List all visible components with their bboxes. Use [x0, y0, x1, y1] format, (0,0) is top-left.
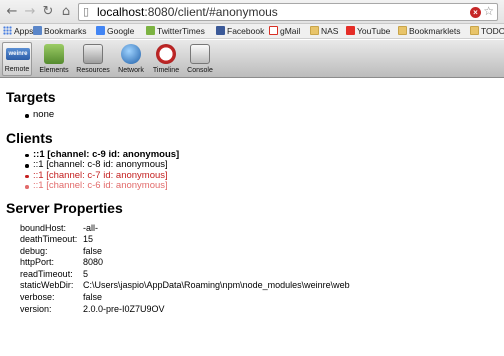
bookmark-gmail[interactable]: gMail: [269, 25, 300, 38]
targets-list: none: [25, 109, 496, 121]
resources-button[interactable]: Resources: [74, 42, 112, 76]
extension-block-icon[interactable]: ×: [470, 7, 481, 18]
google-icon: [96, 26, 105, 35]
network-globe-icon: [121, 44, 141, 64]
server-properties-heading: Server Properties: [6, 199, 123, 216]
youtube-icon: [346, 26, 355, 35]
address-bar[interactable]: ▯ localhost:8080/client/#anonymous × ☆: [78, 3, 498, 21]
bookmark-todo[interactable]: TODO: [470, 25, 504, 38]
console-button[interactable]: Console: [184, 42, 216, 76]
network-button[interactable]: Network: [115, 42, 147, 76]
targets-heading: Targets: [6, 89, 56, 105]
url-host: localhost: [97, 5, 145, 19]
remote-button[interactable]: weinre Remote: [2, 42, 32, 76]
prop-row-readtimeout: readTimeout: 5: [20, 268, 89, 279]
reload-icon[interactable]: ↻: [40, 4, 56, 20]
timeline-label: Timeline: [152, 67, 180, 74]
bookmark-facebook[interactable]: Facebook: [216, 25, 264, 38]
prop-row-version: version: 2.0.0-pre-I0Z7U9OV: [20, 303, 165, 314]
star-icon[interactable]: ☆: [483, 4, 494, 18]
target-item: none: [25, 109, 496, 121]
bookmarks-bar: Apps Bookmarks Google TwitterTimes Faceb…: [0, 24, 504, 39]
weinre-toolbar: weinre Remote Elements Resources Network…: [0, 40, 504, 78]
bookmark-youtube[interactable]: YouTube: [346, 25, 390, 38]
bookmark-google[interactable]: Google: [96, 25, 134, 38]
weinre-logo: weinre: [6, 48, 30, 60]
console-label: Console: [187, 67, 213, 74]
prop-row-staticwebdir: staticWebDir: C:\Users\jaspio\AppData\Roa…: [20, 280, 350, 291]
timeline-button[interactable]: Timeline: [150, 42, 182, 76]
home-icon[interactable]: ⌂: [58, 4, 74, 20]
bookmarks-icon: [33, 26, 42, 35]
prop-row-deathtimeout: deathTimeout: 15: [20, 234, 94, 245]
folder-icon: [398, 26, 407, 35]
elements-button[interactable]: Elements: [36, 42, 72, 76]
bookmark-apps[interactable]: Apps: [3, 25, 33, 38]
browser-nav-bar: ← → ↻ ⌂ ▯ localhost:8080/client/#anonymo…: [0, 0, 504, 24]
prop-row-httpport: httpPort: 8080: [20, 257, 104, 268]
apps-grid-icon: [3, 26, 12, 35]
bookmark-bookmarks[interactable]: Bookmarks: [33, 25, 87, 38]
console-icon: [190, 44, 210, 64]
remote-label: Remote: [4, 66, 30, 73]
timeline-stopwatch-icon: [156, 44, 176, 64]
clients-list: ::1 [channel: c-9 id: anonymous] ::1 [ch…: [25, 149, 496, 192]
clients-heading: Clients: [6, 129, 53, 146]
folder-icon: [310, 26, 319, 35]
address-url[interactable]: localhost:8080/client/#anonymous: [97, 5, 278, 20]
forward-arrow-icon[interactable]: →: [22, 4, 38, 20]
elements-label: Elements: [39, 67, 69, 74]
page-icon: ▯: [83, 5, 90, 18]
facebook-icon: [216, 26, 225, 35]
weinre-client-content: Targets none Clients ::1 [channel: c-9 i…: [6, 88, 496, 315]
prop-row-debug: debug: false: [20, 245, 103, 256]
prop-row-boundhost: boundHost: -all-: [20, 222, 98, 233]
resources-icon: [83, 44, 103, 64]
network-label: Network: [118, 67, 144, 74]
client-item-c6[interactable]: ::1 [channel: c-6 id: anonymous]: [25, 180, 496, 192]
bookmark-twittertimes[interactable]: TwitterTimes: [146, 25, 205, 38]
url-path: :8080/client/#anonymous: [144, 5, 278, 19]
gmail-icon: [269, 26, 278, 35]
server-properties-table: boundHost: -all- deathTimeout: 15 debug: fa…: [20, 223, 350, 316]
bookmark-nas[interactable]: NAS: [310, 25, 338, 38]
resources-label: Resources: [76, 67, 110, 74]
elements-icon: [44, 44, 64, 64]
folder-icon: [470, 26, 479, 35]
prop-row-verbose: verbose: false: [20, 292, 103, 303]
client-item-c8[interactable]: ::1 [channel: c-8 id: anonymous]: [25, 159, 496, 171]
twittertimes-icon: [146, 26, 155, 35]
bookmark-bookmarklets[interactable]: Bookmarklets: [398, 25, 461, 38]
back-arrow-icon[interactable]: ←: [4, 4, 20, 20]
